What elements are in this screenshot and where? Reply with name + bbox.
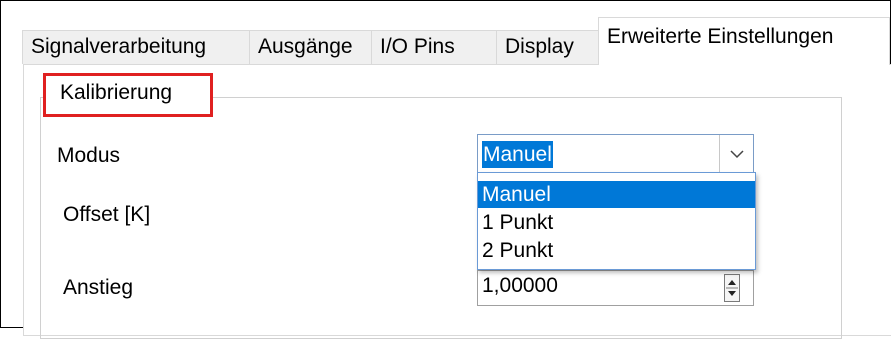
tab-erweiterte-einstellungen[interactable]: Erweiterte Einstellungen xyxy=(598,17,890,65)
tab-io-pins[interactable]: I/O Pins xyxy=(371,30,497,64)
option-1-punkt[interactable]: 1 Punkt xyxy=(478,209,755,236)
modus-combobox[interactable]: Manuel xyxy=(477,134,754,174)
spinner-up-down-icon[interactable] xyxy=(724,274,740,302)
tab-signalverarbeitung[interactable]: Signalverarbeitung xyxy=(22,30,250,64)
tab-ausgaenge[interactable]: Ausgänge xyxy=(249,30,372,64)
offset-label: Offset [K] xyxy=(63,203,151,226)
modus-label: Modus xyxy=(57,144,121,167)
tab-display[interactable]: Display xyxy=(496,30,599,64)
modus-dropdown-list: Manuel 1 Punkt 2 Punkt xyxy=(477,172,756,270)
group-title: Kalibrierung xyxy=(60,81,173,105)
anstieg-numeric-input[interactable]: 1,00000 xyxy=(477,270,754,306)
chevron-down-icon[interactable] xyxy=(719,135,753,173)
anstieg-label: Anstieg xyxy=(63,276,134,299)
anstieg-value: 1,00000 xyxy=(482,274,558,297)
option-manuel[interactable]: Manuel xyxy=(478,181,755,208)
option-2-punkt[interactable]: 2 Punkt xyxy=(478,237,755,264)
modus-selected-value: Manuel xyxy=(482,141,553,168)
